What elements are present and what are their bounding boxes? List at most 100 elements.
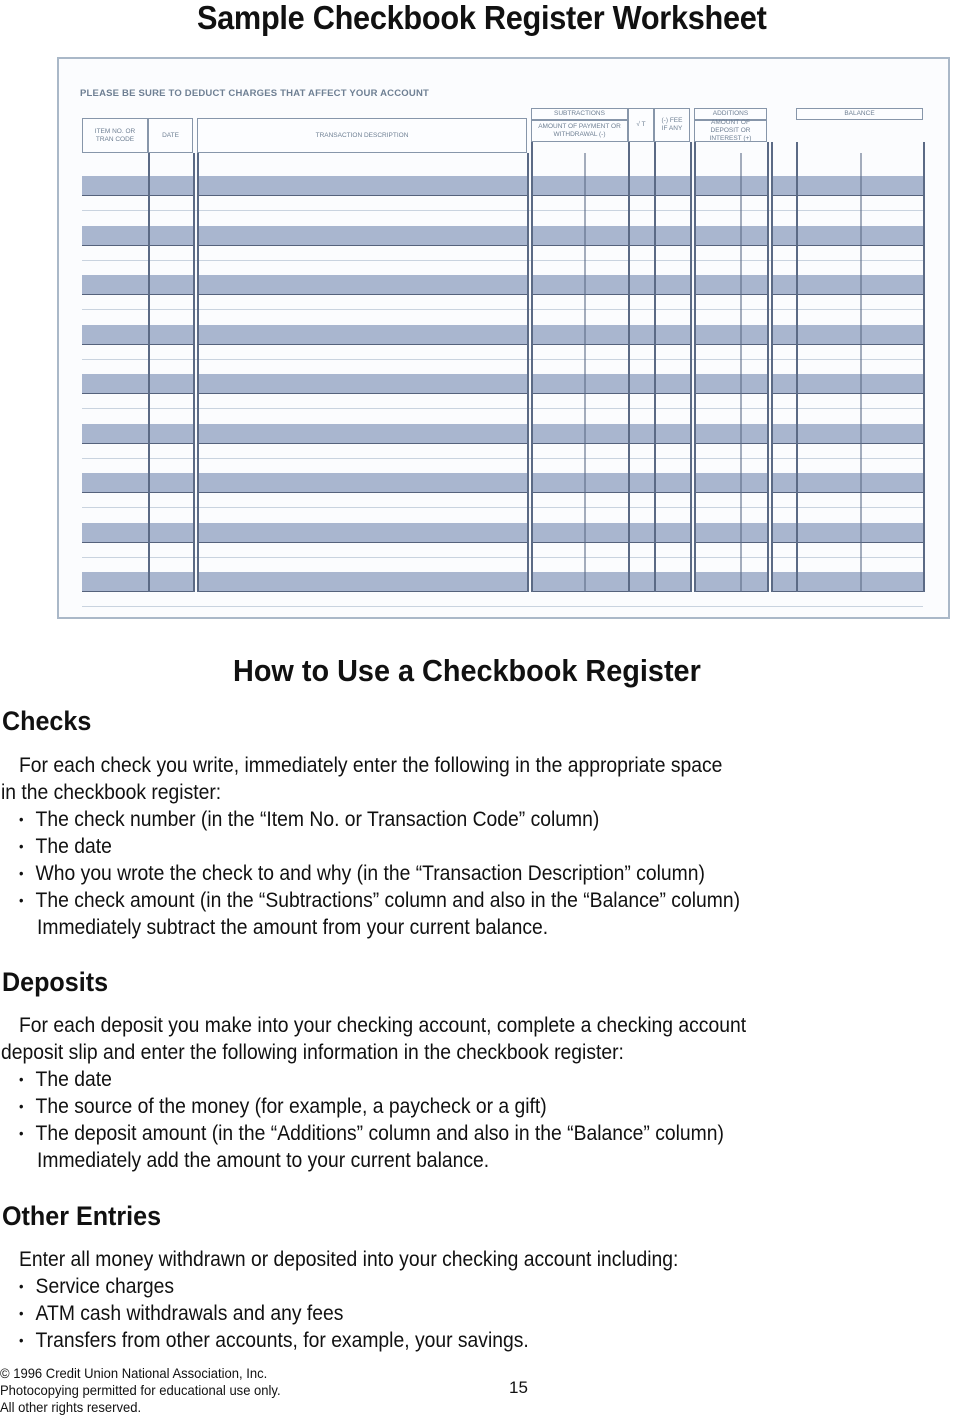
register-column-line <box>767 142 769 592</box>
register-shaded-row <box>694 324 767 345</box>
register-column-line <box>740 153 742 592</box>
register-shaded-row <box>531 176 628 196</box>
bullet-item: • Who you wrote the check to and why (in … <box>19 860 705 887</box>
header-check-mark: √ T <box>628 108 654 142</box>
register-shaded-row <box>771 522 923 543</box>
register-shaded-row <box>197 225 527 246</box>
register-shaded-row <box>531 324 628 345</box>
register-shaded-row <box>771 176 923 196</box>
register-shaded-row <box>771 473 923 493</box>
header-fee: (-) FEE IF ANY <box>654 108 690 142</box>
register-column-line <box>193 153 195 592</box>
rights-line: All other rights reserved. <box>0 1399 142 1415</box>
register-shaded-row <box>694 423 767 444</box>
header-date: DATE <box>148 118 193 153</box>
register-shaded-row <box>694 275 767 295</box>
register-shaded-row <box>628 275 654 295</box>
register-shaded-row <box>694 176 767 196</box>
register-shaded-row <box>148 176 193 196</box>
register-shaded-row <box>694 225 767 246</box>
register-shaded-row <box>197 473 527 493</box>
register-shaded-row <box>197 176 527 196</box>
howto-title: How to Use a Checkbook Register <box>233 653 701 688</box>
register-shaded-row <box>197 423 527 444</box>
bullet-text: The check number (in the “Item No. or Tr… <box>35 808 600 831</box>
register-shaded-row <box>82 374 148 394</box>
register-column-line <box>690 142 692 592</box>
page-title: Sample Checkbook Register Worksheet <box>196 0 767 36</box>
register-shaded-row <box>771 324 923 345</box>
section-note: Immediately subtract the amount from you… <box>37 916 549 939</box>
register-shaded-row <box>148 423 193 444</box>
bullet-text: Transfers from other accounts, for examp… <box>35 1329 529 1352</box>
register-shaded-row <box>654 275 690 295</box>
register-column-line <box>197 153 199 592</box>
permission-line: Photocopying permitted for educational u… <box>0 1382 281 1398</box>
bullet-icon: • <box>19 1098 24 1114</box>
register-shaded-row <box>82 572 148 592</box>
section-heading: Checks <box>2 706 92 736</box>
register-shaded-row <box>148 374 193 394</box>
register-shaded-row <box>654 522 690 543</box>
register-shaded-row <box>628 572 654 592</box>
bullet-text: The source of the money (for example, a … <box>35 1095 547 1118</box>
header-balance: BALANCE <box>796 108 923 120</box>
page-number: 15 <box>509 1378 528 1397</box>
register-shaded-row <box>771 374 923 394</box>
bullet-item: • Transfers from other accounts, for exam… <box>19 1327 529 1354</box>
register-shaded-row <box>82 522 148 543</box>
register-shaded-row <box>654 473 690 493</box>
bullet-item: • The check amount (in the “Subtractions”… <box>19 887 740 914</box>
register-column-line <box>654 142 656 592</box>
section-intro-line: For each deposit you make into your chec… <box>19 1014 747 1037</box>
register-shaded-row <box>771 572 923 592</box>
register-shaded-row <box>82 225 148 246</box>
register-shaded-row <box>694 572 767 592</box>
register-shaded-row <box>771 275 923 295</box>
bullet-text: Service charges <box>35 1275 175 1298</box>
bullet-icon: • <box>19 1305 24 1321</box>
register-shaded-row <box>148 225 193 246</box>
bullet-icon: • <box>19 838 24 854</box>
bullet-icon: • <box>19 1278 24 1294</box>
header-description: TRANSACTION DESCRIPTION <box>197 118 527 153</box>
register-column-line <box>771 142 773 592</box>
register-shaded-row <box>197 324 527 345</box>
header-subtractions-group: SUBTRACTIONS <box>531 108 628 120</box>
register-shaded-row <box>82 324 148 345</box>
bullet-icon: • <box>19 865 24 881</box>
register-shaded-row <box>628 374 654 394</box>
register-shaded-row <box>654 176 690 196</box>
header-subtractions: AMOUNT OF PAYMENT OR WITHDRAWAL (-) <box>531 120 628 142</box>
bullet-text: ATM cash withdrawals and any fees <box>35 1302 344 1325</box>
register-shaded-row <box>654 572 690 592</box>
section-note: Immediately add the amount to your curre… <box>37 1149 490 1172</box>
register-shaded-row <box>628 225 654 246</box>
bullet-icon: • <box>19 811 24 827</box>
copyright-line: © 1996 Credit Union National Association… <box>0 1365 268 1381</box>
bullet-text: The check amount (in the “Subtractions” … <box>35 889 741 912</box>
form-notice: PLEASE BE SURE TO DEDUCT CHARGES THAT AF… <box>80 88 430 99</box>
register-shaded-row <box>197 522 527 543</box>
register-shaded-row <box>694 473 767 493</box>
register-shaded-row <box>771 225 923 246</box>
section-intro-line: For each check you write, immediately en… <box>19 754 723 777</box>
register-shaded-row <box>148 572 193 592</box>
section-intro-line: Enter all money withdrawn or deposited i… <box>19 1248 679 1271</box>
register-shaded-row <box>628 522 654 543</box>
register-shaded-row <box>654 225 690 246</box>
register-shaded-row <box>531 275 628 295</box>
register-shaded-row <box>531 374 628 394</box>
register-row-line <box>82 606 923 607</box>
register-column-line <box>531 142 533 592</box>
register-shaded-row <box>148 324 193 345</box>
register-shaded-row <box>628 473 654 493</box>
register-shaded-row <box>654 423 690 444</box>
register-shaded-row <box>197 572 527 592</box>
bullet-icon: • <box>19 1332 24 1348</box>
bullet-item: • The deposit amount (in the “Additions” … <box>19 1120 724 1147</box>
bullet-icon: • <box>19 892 24 908</box>
bullet-text: The date <box>35 835 112 858</box>
register-shaded-row <box>654 324 690 345</box>
register-column-line <box>148 153 150 592</box>
